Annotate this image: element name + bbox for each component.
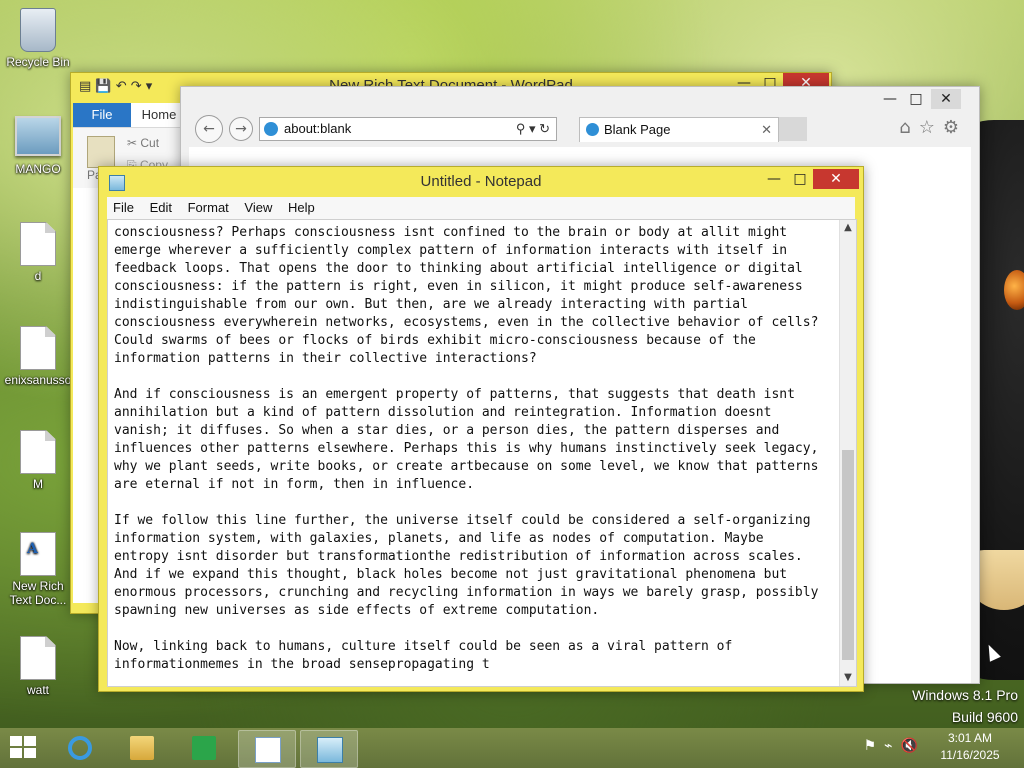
refresh-icon[interactable]: ↻ xyxy=(539,121,550,136)
scroll-thumb[interactable] xyxy=(842,450,854,660)
desktop-icon-m[interactable]: M xyxy=(0,430,76,491)
address-tools[interactable]: ⚲ ▾ ↻ xyxy=(516,118,550,140)
address-url[interactable]: about:blank xyxy=(284,118,351,140)
forward-button[interactable]: → xyxy=(229,117,253,141)
desktop-icon-label: Recycle Bin xyxy=(6,55,70,69)
notepad-icon xyxy=(317,737,343,763)
notepad-title: Untitled - Notepad xyxy=(420,173,542,190)
text-file-icon xyxy=(20,326,56,370)
clock-date: 11/16/2025 xyxy=(940,748,1000,762)
menu-file[interactable]: File xyxy=(107,197,140,219)
vertical-scrollbar[interactable]: ▲ ▼ xyxy=(839,220,856,686)
desktop-icon-label: New Rich Text Doc... xyxy=(9,579,67,607)
start-button[interactable] xyxy=(10,736,38,760)
gear-icon[interactable]: ⚙ xyxy=(943,117,967,138)
back-arrow-icon: ← xyxy=(203,121,215,137)
image-file-icon xyxy=(15,116,61,156)
desktop-icon-watt[interactable]: watt xyxy=(0,636,76,697)
menu-format[interactable]: Format xyxy=(182,197,235,219)
network-icon[interactable]: ⌁ xyxy=(884,738,900,754)
taskbar-ie-button[interactable] xyxy=(52,730,108,766)
desktop-icon-label: d xyxy=(34,269,42,283)
menu-help[interactable]: Help xyxy=(282,197,321,219)
ie-command-icons: ⌂☆⚙ xyxy=(899,117,967,138)
notepad-text-area[interactable]: consciousness? Perhaps consciousness isn… xyxy=(107,219,857,687)
ie-close-button[interactable]: ✕ xyxy=(931,89,961,109)
back-button[interactable]: ← xyxy=(195,115,223,143)
paste-icon[interactable] xyxy=(87,136,115,168)
clock-time: 3:01 AM xyxy=(947,731,993,745)
watermark-edition: Windows 8.1 Pro xyxy=(912,687,1018,703)
notepad-window[interactable]: Untitled - Notepad — □ ✕ File Edit Forma… xyxy=(98,166,864,692)
desktop-icon-label: MANGO xyxy=(15,162,61,176)
system-tray: ⚑⌁🔇 xyxy=(864,738,926,754)
cut-label: Cut xyxy=(140,136,160,150)
tab-label: Blank Page xyxy=(604,122,671,137)
new-tab-button[interactable] xyxy=(779,117,807,141)
home-icon[interactable]: ⌂ xyxy=(899,117,918,138)
desktop-icon-label: M xyxy=(33,477,43,491)
scroll-up-icon[interactable]: ▲ xyxy=(840,220,856,236)
wordpad-icon xyxy=(255,737,281,763)
forward-arrow-icon: → xyxy=(235,121,247,137)
taskbar-notepad-button[interactable] xyxy=(300,730,358,768)
desktop-icon-enixsanusso[interactable]: enixsanusso xyxy=(0,326,76,387)
ie-minimize-button[interactable]: — xyxy=(877,89,903,109)
scissors-icon: ✂ xyxy=(127,136,141,150)
cut-button[interactable]: ✂ Cut xyxy=(127,136,159,150)
taskbar-store-button[interactable] xyxy=(176,730,232,766)
windows-watermark: Windows 8.1 Pro Build 9600 xyxy=(912,684,1018,728)
desktop-icon-mango[interactable]: MANGO xyxy=(0,116,76,176)
text-file-icon xyxy=(20,636,56,680)
ie-icon xyxy=(68,736,92,760)
ie-maximize-button[interactable]: □ xyxy=(903,89,929,109)
notepad-maximize-button[interactable]: □ xyxy=(787,169,813,189)
wordpad-file-tab[interactable]: File xyxy=(73,103,131,127)
taskbar: ⚑⌁🔇 3:01 AM 11/16/2025 xyxy=(0,728,1024,768)
taskbar-wordpad-button[interactable] xyxy=(238,730,296,768)
wordpad-home-tab[interactable]: Home xyxy=(135,103,183,127)
notepad-menubar: File Edit Format View Help xyxy=(107,197,855,219)
desktop-icon-new-rich-text-doc[interactable]: A New Rich Text Doc... xyxy=(0,532,76,607)
menu-edit[interactable]: Edit xyxy=(144,197,178,219)
text-file-icon xyxy=(20,222,56,266)
desktop-icon-d[interactable]: d xyxy=(0,222,76,283)
text-file-icon xyxy=(20,430,56,474)
tab-blank-page[interactable]: Blank Page ✕ xyxy=(579,117,779,142)
desktop-icon-label: enixsanusso xyxy=(4,373,72,387)
gorilla-eye xyxy=(1004,270,1024,310)
ie-tab-icon xyxy=(586,123,599,136)
action-center-flag-icon[interactable]: ⚑ xyxy=(864,738,885,754)
volume-muted-icon[interactable]: 🔇 xyxy=(901,738,926,754)
notepad-minimize-button[interactable]: — xyxy=(761,169,787,189)
favorites-star-icon[interactable]: ☆ xyxy=(919,117,943,138)
search-icon[interactable]: ⚲ xyxy=(516,121,526,136)
recycle-bin-icon xyxy=(20,8,56,52)
taskbar-clock[interactable]: 3:01 AM 11/16/2025 xyxy=(930,730,1010,764)
watermark-build: Build 9600 xyxy=(951,709,1018,725)
notepad-text[interactable]: consciousness? Perhaps consciousness isn… xyxy=(114,224,838,680)
desktop-icon-recycle-bin[interactable]: Recycle Bin xyxy=(0,8,76,69)
tab-close-icon[interactable]: ✕ xyxy=(761,118,772,142)
ie-page-icon xyxy=(264,122,278,136)
rich-text-file-icon: A xyxy=(20,532,56,576)
address-bar[interactable]: about:blank ⚲ ▾ ↻ xyxy=(259,117,557,141)
store-icon xyxy=(192,736,216,760)
taskbar-explorer-button[interactable] xyxy=(114,730,170,766)
desktop-icon-label: watt xyxy=(26,683,49,697)
notepad-close-button[interactable]: ✕ xyxy=(813,169,859,189)
file-explorer-icon xyxy=(130,736,154,760)
scroll-down-icon[interactable]: ▼ xyxy=(840,670,856,686)
menu-view[interactable]: View xyxy=(238,197,278,219)
